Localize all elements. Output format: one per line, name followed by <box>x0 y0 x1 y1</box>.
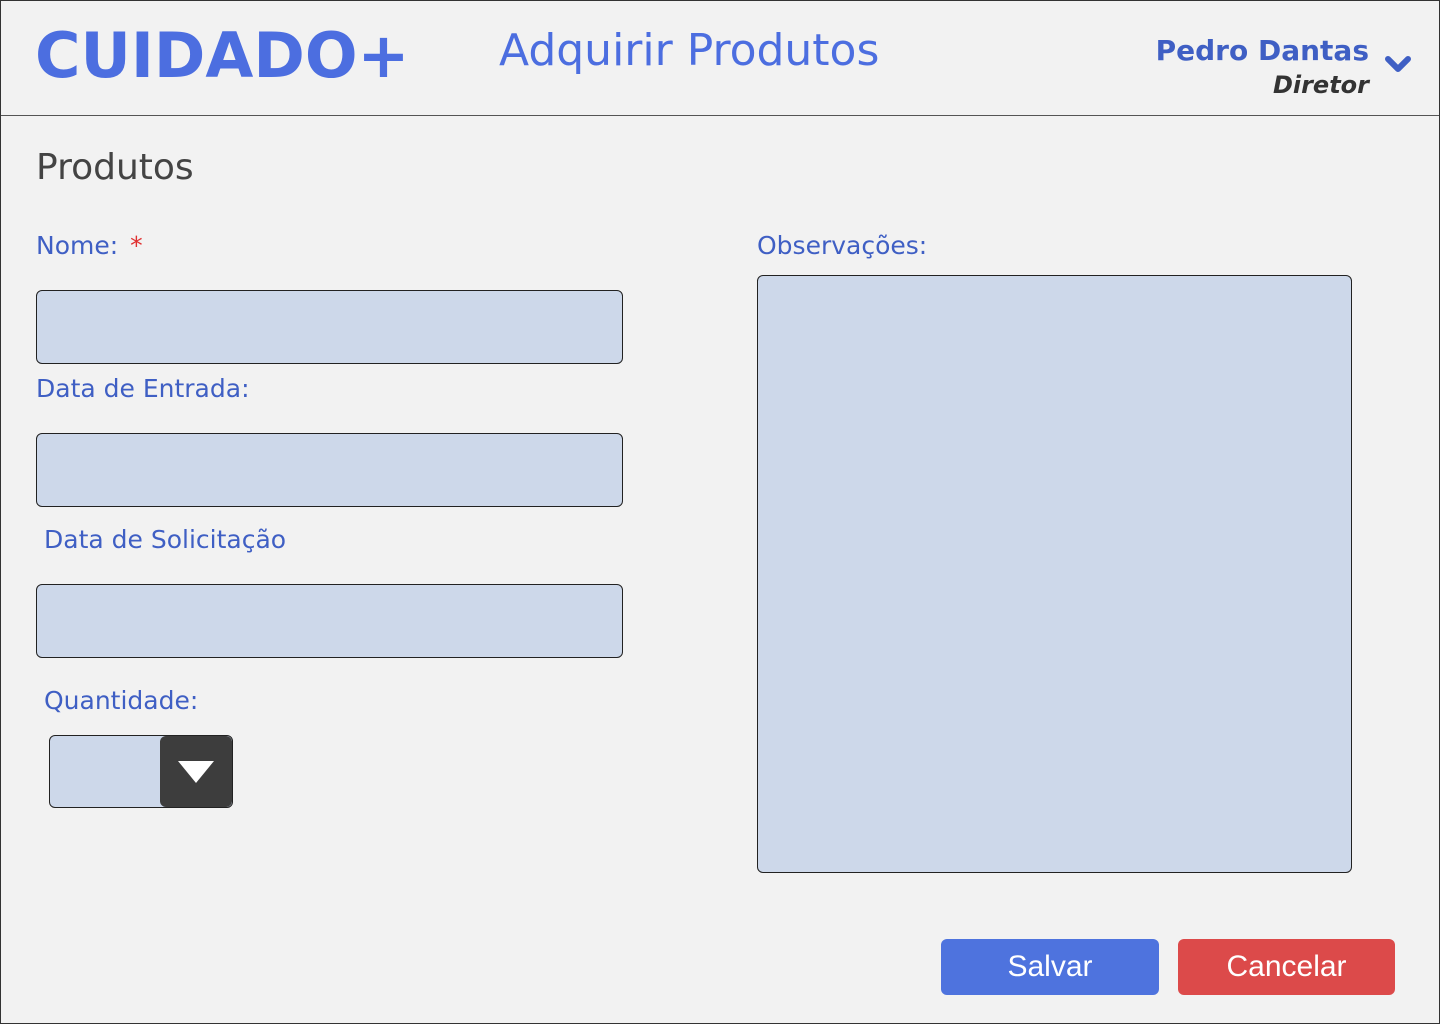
header-divider <box>1 115 1439 116</box>
user-name: Pedro Dantas <box>1155 34 1369 67</box>
user-menu[interactable]: Pedro Dantas Diretor <box>1156 34 1369 102</box>
page-title: Adquirir Produtos <box>499 25 880 76</box>
app-logo: CUIDADO+ <box>35 19 410 92</box>
observacoes-textarea[interactable] <box>757 275 1352 873</box>
cancel-button[interactable]: Cancelar <box>1178 939 1395 995</box>
chevron-down-icon[interactable] <box>1384 53 1412 75</box>
quantidade-dropdown-button[interactable] <box>160 736 232 807</box>
data-solicitacao-input[interactable] <box>36 584 623 658</box>
nome-label-group: Nome: * <box>36 231 143 260</box>
observacoes-label: Observações: <box>757 231 928 260</box>
data-entrada-input[interactable] <box>36 433 623 507</box>
quantidade-select[interactable] <box>49 735 233 808</box>
required-indicator: * <box>130 231 143 260</box>
data-solicitacao-label: Data de Solicitação <box>44 525 287 554</box>
data-entrada-label: Data de Entrada: <box>36 374 250 403</box>
app-window: CUIDADO+ Adquirir Produtos Pedro Dantas … <box>0 0 1440 1024</box>
section-title: Produtos <box>36 147 194 188</box>
triangle-down-icon <box>178 760 214 783</box>
user-role: Diretor <box>1272 71 1369 99</box>
nome-label: Nome: <box>36 231 119 260</box>
quantidade-label: Quantidade: <box>44 686 199 715</box>
nome-input[interactable] <box>36 290 623 364</box>
save-button[interactable]: Salvar <box>941 939 1159 995</box>
